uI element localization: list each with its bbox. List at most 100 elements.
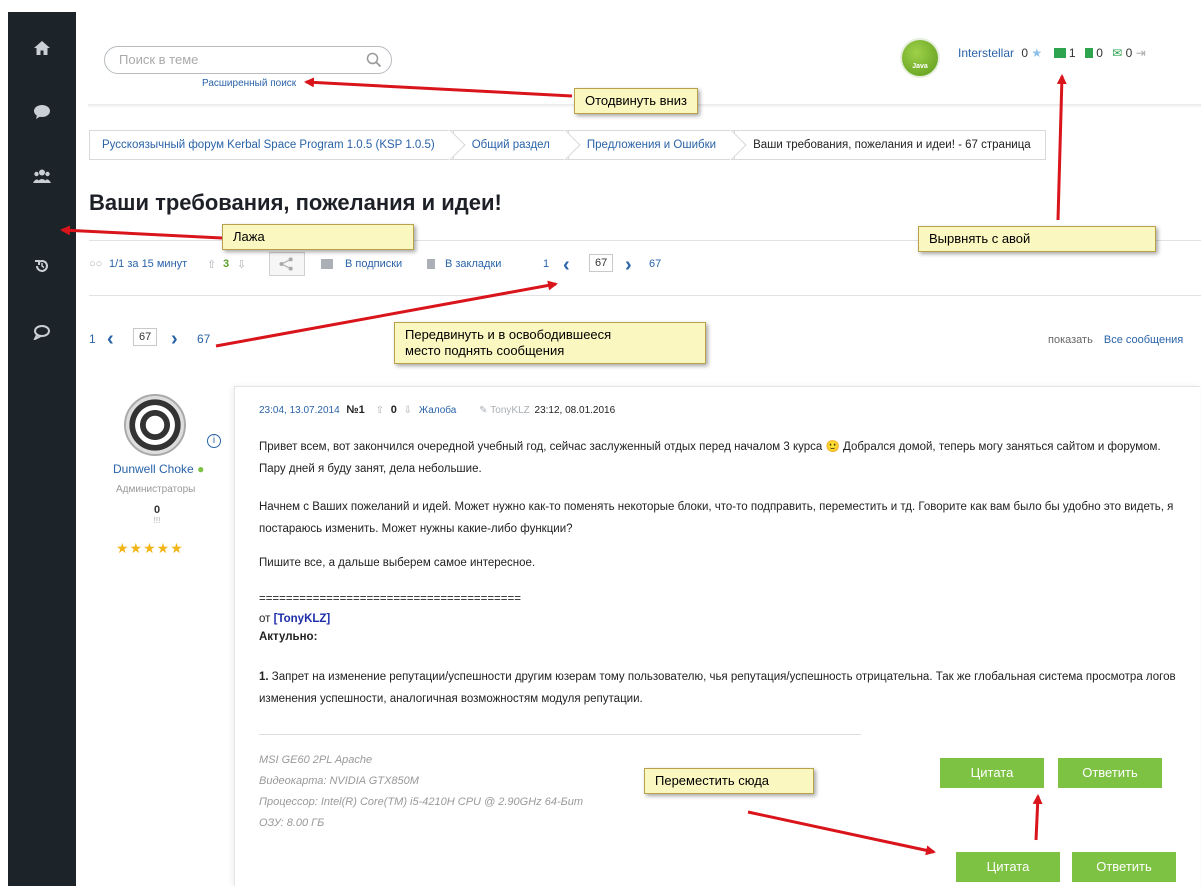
info-icon[interactable]: i [207,434,221,448]
post-meta: 23:04, 13.07.2014 №1 ⇧ 0 ⇩ Жалоба ✎ Tony… [259,404,615,416]
breadcrumb-forum[interactable]: Русскоязычный форум Kerbal Space Program… [89,129,466,161]
logout-icon[interactable]: ⇥ [1136,46,1146,60]
pager2-last[interactable]: 67 [197,332,210,346]
item-text: Запрет на изменение репутации/успешности… [259,671,1176,705]
subscribe-icon [321,259,333,271]
pager2-prev-icon[interactable]: ‹ [107,329,114,349]
post-number[interactable]: №1 [346,404,364,416]
breadcrumb-suggestions[interactable]: Предложения и Ошибки [567,129,747,161]
signature-line: Процессор: Intel(R) Core(TM) i5-4210H CP… [259,796,584,808]
share-button[interactable] [269,252,305,276]
page-first-link[interactable]: 1 [543,258,549,270]
breadcrumb: Русскоязычный форум Kerbal Space Program… [89,129,1046,161]
arrow-move-down [304,77,573,98]
bookmark-icon [427,259,435,271]
author-rep-value: 0 [153,504,161,516]
quote-button[interactable]: Цитата [940,758,1044,788]
advanced-search-link[interactable]: Расширенный поиск [202,78,296,89]
mail-icon[interactable]: ✉ [1112,46,1122,60]
note-lazha: Лажа [222,224,414,250]
breadcrumb-forum-label: Русскоязычный форум Kerbal Space Program… [102,139,435,151]
left-sidebar [8,12,76,886]
post-datetime[interactable]: 23:04, 13.07.2014 [259,405,340,416]
post-item-1: 1. Запрет на изменение репутации/успешно… [259,666,1179,710]
subscriptions-icon[interactable] [1053,46,1066,60]
bookmark-link[interactable]: В закладки [445,258,501,270]
from-user-link[interactable]: [TonyKLZ] [274,613,331,625]
edited-at: 23:12, 08.01.2016 [534,405,616,416]
avatar-label: Java [912,63,928,70]
post-rate-up-icon[interactable]: ⇧ [376,405,384,416]
bookmarks-icon[interactable] [1084,46,1093,60]
signature-divider [259,734,861,735]
search-input[interactable] [119,52,359,67]
star-icon: ★ [1031,46,1043,60]
signature-line: MSI GE60 2PL Apache [259,754,373,766]
post-actual: Актульно: [259,631,318,643]
post-rating: 0 [390,404,397,416]
users-icon[interactable] [8,168,76,189]
viewers-count[interactable]: 1/1 за 15 минут [109,258,187,270]
page-last-link[interactable]: 67 [649,258,661,270]
user-rep: 0 [1021,46,1029,60]
page-title: Ваши требования, пожелания и идеи! [89,190,502,215]
breadcrumb-general-label: Общий раздел [471,139,550,151]
author-group: Администраторы [116,484,196,495]
post-from: от [TonyKLZ] [259,610,1179,628]
mail-count: 0 [1125,46,1133,60]
subscriptions-count: 1 [1068,46,1076,60]
all-messages-link[interactable]: Все сообщения [1104,334,1183,346]
complaint-link[interactable]: Жалоба [419,405,456,416]
reply-button-target[interactable]: Ответить [1072,852,1176,882]
author-name[interactable]: Dunwell Choke ● [113,462,204,476]
breadcrumb-suggestions-label: Предложения и Ошибки [586,139,717,151]
pager2-first[interactable]: 1 [89,332,96,346]
breadcrumb-current-label: Ваши требования, пожелания и идеи! - 67 … [753,139,1031,151]
home-icon[interactable] [8,40,76,61]
note-move-pager-line1: Передвинуть и в освободившееся [405,327,612,342]
note-move-down: Отодвинуть вниз [574,88,698,114]
breadcrumb-general[interactable]: Общий раздел [452,129,581,161]
chat-icon[interactable] [8,104,76,125]
bookmarks-count: 0 [1096,46,1103,60]
from-label: от [259,613,271,625]
quote-button-target[interactable]: Цитата [956,852,1060,882]
topic-rating: 3 [223,258,230,270]
user-bar: Interstellar 0 ★ 1 0 ✉ 0 ⇥ [958,46,1146,60]
username-link[interactable]: Interstellar [958,46,1014,60]
note-align-avatar: Вырвнять с авой [918,226,1156,252]
author-name-label: Dunwell Choke [113,462,194,476]
author-avatar[interactable] [124,394,186,456]
author-rep: 0 !!! [150,504,164,525]
post-paragraph-2: Начнем с Ваших пожеланий и идей. Может н… [259,501,1174,535]
author-stars: ★★★★★ [116,540,184,556]
reply-button[interactable]: Ответить [1058,758,1162,788]
signature-line: ОЗУ: 8.00 ГБ [259,817,325,829]
next-page-icon[interactable]: › [625,255,632,275]
search-icon[interactable] [366,52,382,68]
post-paragraph-1: Привет всем, вот закончился очередной уч… [259,441,1161,475]
rate-down-icon[interactable]: ⇩ [237,258,246,271]
signature: MSI GE60 2PL Apache Видеокарта: NVIDIA G… [259,750,583,834]
rate-up-icon[interactable]: ⇧ [207,258,216,271]
subscribe-link[interactable]: В подписки [345,258,402,270]
history-icon[interactable] [8,258,76,279]
note-move-pager: Передвинуть и в освободившееся место под… [394,322,706,364]
signature-line: Видеокарта: NVIDIA GTX850M [259,775,419,787]
post-rate-down-icon[interactable]: ⇩ [404,405,412,416]
item-number: 1. [259,671,269,683]
breadcrumb-current: Ваши требования, пожелания и идеи! - 67 … [734,130,1046,160]
show-filter: показать Все сообщения [1048,334,1183,346]
edited-by: TonyKLZ [490,405,530,416]
pencil-icon: ✎ [479,405,488,416]
arrow-lazha [60,225,223,240]
toolbar-divider [89,295,1201,296]
user-avatar[interactable]: Java [900,38,940,78]
author-rep-sub: !!! [153,516,161,525]
messages-icon[interactable] [8,324,76,345]
page-current-box[interactable]: 67 [589,254,614,272]
viewers-icon: ○○ [89,258,103,270]
pager2-current[interactable]: 67 [133,328,158,346]
pager2-next-icon[interactable]: › [171,329,178,349]
prev-page-icon[interactable]: ‹ [563,255,570,275]
